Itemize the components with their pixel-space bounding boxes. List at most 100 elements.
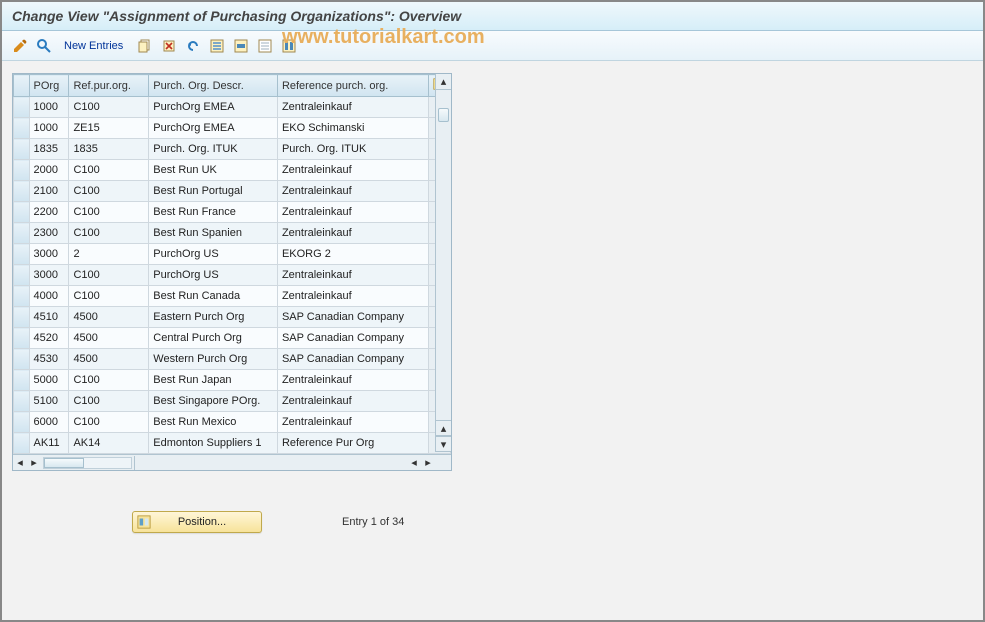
display-change-icon[interactable] bbox=[10, 36, 30, 56]
cell-refdesc[interactable]: Zentraleinkauf bbox=[277, 223, 428, 244]
cell-refpur[interactable]: 2 bbox=[69, 244, 149, 265]
cell-refpur[interactable]: C100 bbox=[69, 160, 149, 181]
cell-porg[interactable]: 1000 bbox=[29, 97, 69, 118]
cell-refpur[interactable]: C100 bbox=[69, 412, 149, 433]
row-selector[interactable] bbox=[14, 265, 30, 286]
table-row[interactable]: 18351835Purch. Org. ITUKPurch. Org. ITUK bbox=[14, 139, 451, 160]
cell-descr[interactable]: Best Run Japan bbox=[149, 370, 278, 391]
new-entries-button[interactable]: New Entries bbox=[58, 38, 129, 54]
cell-refdesc[interactable]: Reference Pur Org bbox=[277, 433, 428, 454]
cell-refdesc[interactable]: SAP Canadian Company bbox=[277, 349, 428, 370]
scroll-left-icon-2[interactable]: ◂ bbox=[407, 456, 421, 470]
cell-refdesc[interactable]: SAP Canadian Company bbox=[277, 307, 428, 328]
cell-refdesc[interactable]: Zentraleinkauf bbox=[277, 370, 428, 391]
table-row[interactable]: 5000C100Best Run JapanZentraleinkauf bbox=[14, 370, 451, 391]
cell-refpur[interactable]: C100 bbox=[69, 265, 149, 286]
scroll-up-icon[interactable]: ▴ bbox=[436, 74, 451, 90]
cell-refpur[interactable]: C100 bbox=[69, 181, 149, 202]
cell-refpur[interactable]: 4500 bbox=[69, 328, 149, 349]
cell-refpur[interactable]: 4500 bbox=[69, 349, 149, 370]
cell-refdesc[interactable]: Zentraleinkauf bbox=[277, 265, 428, 286]
cell-refdesc[interactable]: Zentraleinkauf bbox=[277, 202, 428, 223]
cell-porg[interactable]: 4510 bbox=[29, 307, 69, 328]
cell-descr[interactable]: Best Run France bbox=[149, 202, 278, 223]
cell-descr[interactable]: PurchOrg EMEA bbox=[149, 118, 278, 139]
row-selector[interactable] bbox=[14, 244, 30, 265]
cell-refdesc[interactable]: Zentraleinkauf bbox=[277, 160, 428, 181]
table-row[interactable]: 2000C100Best Run UKZentraleinkauf bbox=[14, 160, 451, 181]
table-row[interactable]: 1000ZE15PurchOrg EMEAEKO Schimanski bbox=[14, 118, 451, 139]
scroll-right-icon-2[interactable]: ▸ bbox=[421, 456, 435, 470]
row-selector[interactable] bbox=[14, 202, 30, 223]
row-selector[interactable] bbox=[14, 349, 30, 370]
cell-refdesc[interactable]: EKO Schimanski bbox=[277, 118, 428, 139]
row-selector[interactable] bbox=[14, 160, 30, 181]
row-selector[interactable] bbox=[14, 433, 30, 454]
row-selector[interactable] bbox=[14, 118, 30, 139]
col-porg[interactable]: POrg bbox=[29, 75, 69, 97]
row-selector[interactable] bbox=[14, 97, 30, 118]
cell-refpur[interactable]: 4500 bbox=[69, 307, 149, 328]
cell-descr[interactable]: PurchOrg US bbox=[149, 244, 278, 265]
cell-refpur[interactable]: C100 bbox=[69, 391, 149, 412]
cell-porg[interactable]: 6000 bbox=[29, 412, 69, 433]
row-selector[interactable] bbox=[14, 181, 30, 202]
cell-descr[interactable]: Eastern Purch Org bbox=[149, 307, 278, 328]
scroll-left-icon[interactable]: ◂ bbox=[13, 456, 27, 470]
cell-descr[interactable]: Best Singapore POrg. bbox=[149, 391, 278, 412]
cell-porg[interactable]: 2200 bbox=[29, 202, 69, 223]
cell-descr[interactable]: Western Purch Org bbox=[149, 349, 278, 370]
position-button[interactable]: Position... bbox=[132, 511, 262, 533]
cell-porg[interactable]: AK11 bbox=[29, 433, 69, 454]
row-selector[interactable] bbox=[14, 328, 30, 349]
cell-refpur[interactable]: C100 bbox=[69, 97, 149, 118]
cell-porg[interactable]: 2100 bbox=[29, 181, 69, 202]
cell-porg[interactable]: 5100 bbox=[29, 391, 69, 412]
row-selector[interactable] bbox=[14, 307, 30, 328]
cell-descr[interactable]: Best Run Portugal bbox=[149, 181, 278, 202]
cell-refdesc[interactable]: Zentraleinkauf bbox=[277, 97, 428, 118]
cell-descr[interactable]: Edmonton Suppliers 1 bbox=[149, 433, 278, 454]
row-selector-header[interactable] bbox=[14, 75, 30, 97]
cell-porg[interactable]: 3000 bbox=[29, 265, 69, 286]
cell-porg[interactable]: 4000 bbox=[29, 286, 69, 307]
cell-porg[interactable]: 1835 bbox=[29, 139, 69, 160]
scrollbar-thumb[interactable] bbox=[438, 108, 449, 122]
copy-as-icon[interactable] bbox=[135, 36, 155, 56]
table-row[interactable]: 3000C100PurchOrg USZentraleinkauf bbox=[14, 265, 451, 286]
cell-descr[interactable]: Best Run UK bbox=[149, 160, 278, 181]
hscroll-track-1[interactable] bbox=[43, 457, 132, 469]
row-selector[interactable] bbox=[14, 223, 30, 244]
table-row[interactable]: 6000C100Best Run MexicoZentraleinkauf bbox=[14, 412, 451, 433]
vertical-scrollbar[interactable]: ▴ ▴ ▾ bbox=[435, 74, 451, 452]
table-row[interactable]: 45204500Central Purch OrgSAP Canadian Co… bbox=[14, 328, 451, 349]
delete-icon[interactable] bbox=[159, 36, 179, 56]
col-refpur[interactable]: Ref.pur.org. bbox=[69, 75, 149, 97]
row-selector[interactable] bbox=[14, 412, 30, 433]
table-row[interactable]: 2300C100Best Run SpanienZentraleinkauf bbox=[14, 223, 451, 244]
table-row[interactable]: AK11AK14Edmonton Suppliers 1Reference Pu… bbox=[14, 433, 451, 454]
cell-refpur[interactable]: ZE15 bbox=[69, 118, 149, 139]
scroll-right-icon[interactable]: ▸ bbox=[27, 456, 41, 470]
table-row[interactable]: 5100C100Best Singapore POrg.Zentraleinka… bbox=[14, 391, 451, 412]
cell-descr[interactable]: Purch. Org. ITUK bbox=[149, 139, 278, 160]
table-row[interactable]: 2200C100Best Run FranceZentraleinkauf bbox=[14, 202, 451, 223]
other-view-icon[interactable] bbox=[34, 36, 54, 56]
table-row[interactable]: 30002PurchOrg USEKORG 2 bbox=[14, 244, 451, 265]
cell-refdesc[interactable]: Zentraleinkauf bbox=[277, 286, 428, 307]
cell-porg[interactable]: 4520 bbox=[29, 328, 69, 349]
cell-porg[interactable]: 4530 bbox=[29, 349, 69, 370]
cell-descr[interactable]: Central Purch Org bbox=[149, 328, 278, 349]
cell-refpur[interactable]: AK14 bbox=[69, 433, 149, 454]
scroll-up-small-icon[interactable]: ▴ bbox=[436, 420, 451, 436]
row-selector[interactable] bbox=[14, 370, 30, 391]
cell-descr[interactable]: Best Run Canada bbox=[149, 286, 278, 307]
cell-porg[interactable]: 5000 bbox=[29, 370, 69, 391]
cell-refdesc[interactable]: Purch. Org. ITUK bbox=[277, 139, 428, 160]
horizontal-scrollbar[interactable]: ◂ ▸ ◂ ▸ bbox=[13, 454, 451, 470]
cell-refdesc[interactable]: Zentraleinkauf bbox=[277, 412, 428, 433]
row-selector[interactable] bbox=[14, 391, 30, 412]
col-refdesc[interactable]: Reference purch. org. bbox=[277, 75, 428, 97]
cell-refdesc[interactable]: SAP Canadian Company bbox=[277, 328, 428, 349]
undo-icon[interactable] bbox=[183, 36, 203, 56]
